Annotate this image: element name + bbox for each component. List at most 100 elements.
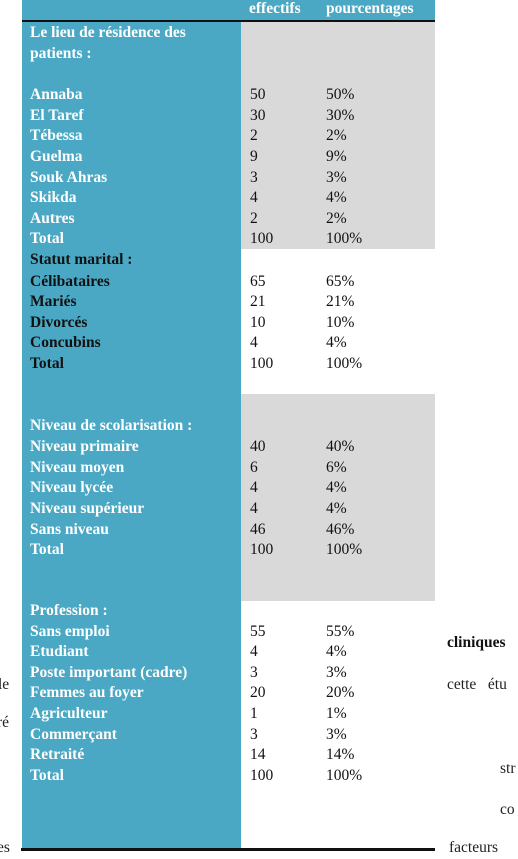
row-label: Femmes au foyer: [30, 684, 144, 702]
row-label: Sans emploi: [30, 622, 110, 640]
section-title: patients :: [30, 44, 92, 62]
section-marital: Statut marital : Célibataires 65 65% Mariés…: [22, 249, 435, 394]
row-effectifs: 4: [250, 479, 258, 497]
row-pourcentage: 100%: [326, 766, 363, 784]
section-title: Le lieu de résidence des: [30, 24, 186, 41]
row-effectifs: 3: [250, 168, 258, 186]
header-effectifs: effectifs: [249, 0, 301, 17]
table-row: Niveau supérieur 4 4%: [22, 499, 435, 520]
row-effectifs: 2: [250, 209, 258, 227]
row-pourcentage: 4%: [326, 479, 347, 497]
table-row: Célibataires 65 65%: [22, 272, 435, 293]
table-row: Niveau lycée 4 4%: [22, 478, 435, 499]
row-pourcentage: 4%: [326, 189, 347, 207]
side-text-fragment: facteurs: [449, 839, 499, 856]
table-row: Annaba 50 50%: [22, 85, 435, 106]
row-label: Niveau primaire: [30, 438, 139, 456]
table-row: Commerçant 3 3%: [22, 725, 435, 746]
row-effectifs: 3: [250, 725, 258, 743]
side-text-fragment: cliniques: [447, 634, 506, 651]
row-label: Total: [30, 230, 64, 248]
table-row: Sans emploi 55 55%: [22, 622, 435, 643]
row-effectifs: 6: [250, 458, 258, 476]
row-label: Concubins: [30, 334, 101, 352]
table-row: Etudiant 4 4%: [22, 642, 435, 663]
row-effectifs: 40: [250, 438, 266, 456]
row-label: Guelma: [30, 148, 83, 165]
row-pourcentage: 46%: [326, 520, 355, 538]
row-pourcentage: 4%: [326, 500, 347, 517]
row-label: Tébessa: [30, 127, 83, 145]
row-pourcentage: 20%: [326, 684, 355, 702]
side-text-fragment: cette étu: [447, 676, 507, 693]
row-label: Retraité: [30, 746, 85, 764]
row-effectifs: 46: [250, 520, 266, 538]
section-title: Niveau de scolarisation :: [30, 416, 193, 434]
row-effectifs: 4: [250, 189, 258, 207]
row-label: El Taref: [30, 106, 84, 124]
section-title: Statut marital :: [30, 251, 133, 268]
table-row: Niveau primaire 40 40%: [22, 437, 435, 458]
side-text-fragment: str: [500, 760, 516, 777]
row-label: Divorcés: [30, 313, 88, 331]
row-label: Etudiant: [30, 643, 89, 661]
row-pourcentage: 4%: [326, 334, 347, 352]
row-label: Total: [30, 766, 64, 784]
side-text-fragment: co: [500, 801, 515, 818]
row-pourcentage: 3%: [326, 663, 347, 681]
table-row: Sans niveau 46 46%: [22, 520, 435, 541]
row-effectifs: 2: [250, 127, 258, 145]
row-pourcentage: 4%: [326, 643, 347, 661]
row-pourcentage: 55%: [326, 622, 355, 640]
table-row: Poste important (cadre) 3 3%: [22, 663, 435, 684]
table-row: Femmes au foyer 20 20%: [22, 683, 435, 704]
table-row: Skikda 4 4%: [22, 188, 435, 209]
row-label: Skikda: [30, 189, 77, 207]
row-effectifs: 4: [250, 500, 258, 517]
row-effectifs: 14: [250, 746, 266, 764]
table-row: Concubins 4 4%: [22, 333, 435, 354]
row-label: Annaba: [30, 86, 83, 104]
row-effectifs: 100: [250, 355, 274, 372]
table-row: Tébessa 2 2%: [22, 126, 435, 147]
table-row: Total 100 100%: [22, 229, 435, 250]
table-row: Divorcés 10 10%: [22, 313, 435, 334]
row-effectifs: 9: [250, 148, 258, 165]
row-pourcentage: 21%: [326, 293, 355, 311]
row-label: Niveau moyen: [30, 458, 125, 476]
row-label: Total: [30, 541, 64, 559]
table-row: Souk Ahras 3 3%: [22, 168, 435, 189]
row-label: Souk Ahras: [30, 168, 108, 186]
row-pourcentage: 3%: [326, 168, 347, 186]
row-pourcentage: 100%: [326, 355, 363, 372]
row-effectifs: 21: [250, 293, 266, 311]
table-row: El Taref 30 30%: [22, 106, 435, 127]
section-education: Niveau de scolarisation : Niveau primair…: [22, 394, 435, 601]
row-effectifs: 10: [250, 313, 266, 331]
row-pourcentage: 10%: [326, 313, 355, 331]
table-bottom-rule: [21, 848, 435, 851]
row-effectifs: 4: [250, 643, 258, 661]
table-row: Retraité 14 14%: [22, 745, 435, 766]
row-pourcentage: 40%: [326, 438, 355, 456]
row-pourcentage: 14%: [326, 746, 355, 764]
table-row: Total 100 100%: [22, 540, 435, 561]
table-row: Autres 2 2%: [22, 209, 435, 230]
row-effectifs: 30: [250, 106, 266, 124]
row-pourcentage: 6%: [326, 458, 347, 476]
table-row: Agriculteur 1 1%: [22, 704, 435, 725]
row-pourcentage: 2%: [326, 209, 347, 227]
side-text-fragment: es: [0, 839, 10, 856]
row-label: Sans niveau: [30, 520, 109, 538]
row-pourcentage: 100%: [326, 541, 363, 559]
side-text-fragment: le: [0, 676, 10, 693]
row-effectifs: 100: [250, 230, 274, 248]
table-row: Total 100 100%: [22, 766, 435, 787]
row-effectifs: 55: [250, 622, 266, 640]
row-label: Célibataires: [30, 272, 110, 290]
row-effectifs: 50: [250, 86, 266, 104]
header-pourcentages: pourcentages: [326, 0, 414, 17]
table-row: Guelma 9 9%: [22, 147, 435, 168]
row-label: Autres: [30, 209, 75, 227]
table-header: effectifs pourcentages: [22, 0, 435, 20]
